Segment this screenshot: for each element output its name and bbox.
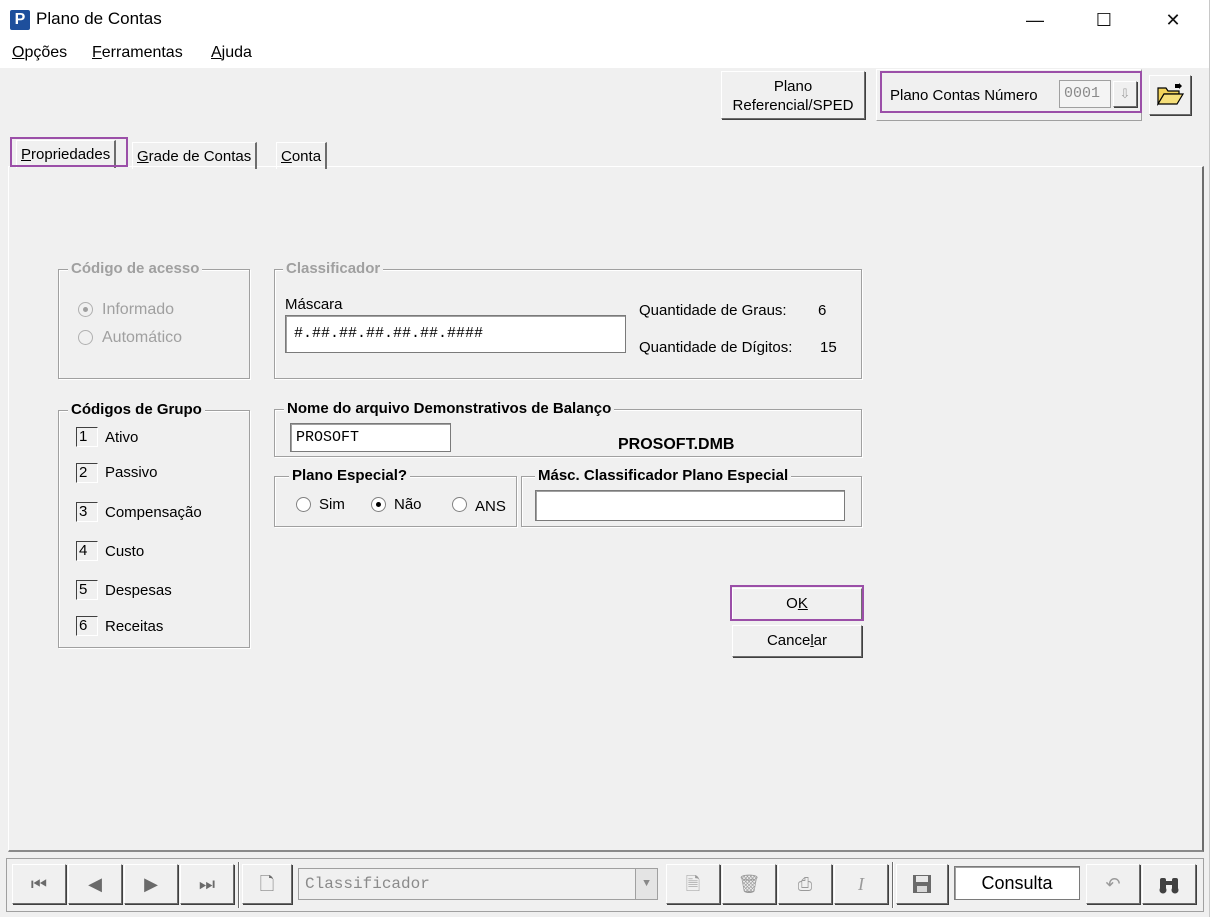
- codigo-acesso-group: [58, 269, 250, 379]
- open-folder-icon[interactable]: [1149, 75, 1191, 115]
- maximize-icon[interactable]: ☐: [1081, 0, 1127, 40]
- grupo-ativo-label: Ativo: [105, 429, 139, 446]
- first-record-icon[interactable]: ⏮: [12, 864, 66, 904]
- classificador-legend: Classificador: [283, 260, 384, 277]
- tab-propriedades-highlight: [10, 137, 128, 167]
- menu-opcoes[interactable]: Opções: [12, 44, 67, 62]
- last-record-icon[interactable]: ⏭: [180, 864, 234, 904]
- demonstrativos-input[interactable]: PROSOFT: [290, 423, 451, 452]
- toolbar-separator: [238, 862, 240, 908]
- app-icon: P: [10, 10, 30, 30]
- plano-especial-legend: Plano Especial?: [289, 467, 411, 484]
- demonstrativos-legend: Nome do arquivo Demonstrativos de Balanç…: [284, 400, 615, 417]
- grupo-receitas-label: Receitas: [105, 618, 164, 635]
- print-icon[interactable]: ⎙: [778, 864, 832, 904]
- grupo-passivo-code[interactable]: 2: [76, 463, 98, 483]
- save-icon[interactable]: [896, 864, 948, 904]
- graus-value: 6: [818, 302, 827, 319]
- edit-document-icon[interactable]: 🗎: [666, 864, 720, 904]
- tab-grade-de-contas[interactable]: Grade de Contas: [132, 142, 258, 169]
- nao-label: Não: [394, 496, 422, 513]
- graus-label: Quantidade de Graus:: [639, 302, 787, 319]
- plano-referencial-sped-button[interactable]: Plano Referencial/SPED: [721, 71, 865, 119]
- grupo-despesas-code[interactable]: 5: [76, 580, 98, 600]
- delete-icon[interactable]: 🗑: [722, 864, 776, 904]
- radio-automatico[interactable]: [78, 330, 93, 345]
- plano-numero-label: Plano Contas Número: [890, 87, 1038, 104]
- binoculars-icon[interactable]: [1142, 864, 1196, 904]
- ok-button-highlight: [730, 585, 864, 621]
- menu-ajuda[interactable]: Ajuda: [211, 44, 252, 62]
- italic-icon[interactable]: I: [834, 864, 888, 904]
- chevron-down-icon[interactable]: ▼: [635, 869, 657, 899]
- mascara-input[interactable]: #.##.##.##.##.##.####: [285, 315, 626, 353]
- informado-label: Informado: [102, 301, 175, 318]
- radio-nao[interactable]: [371, 497, 386, 512]
- tab-conta[interactable]: Conta: [276, 142, 328, 169]
- grupo-despesas-label: Despesas: [105, 582, 172, 599]
- grupo-custo-code[interactable]: 4: [76, 541, 98, 561]
- sim-label: Sim: [319, 496, 345, 513]
- codigos-grupo-legend: Códigos de Grupo: [68, 401, 205, 418]
- undo-icon[interactable]: ↶: [1086, 864, 1140, 904]
- previous-record-icon[interactable]: ◀: [68, 864, 122, 904]
- field-selector-combo[interactable]: Classificador ▼: [298, 868, 658, 900]
- codigo-acesso-legend: Código de acesso: [68, 260, 203, 277]
- minimize-icon[interactable]: —: [1012, 0, 1058, 40]
- radio-ans[interactable]: [452, 497, 467, 512]
- download-arrow-icon[interactable]: ⇩: [1113, 81, 1137, 107]
- digitos-value: 15: [820, 339, 837, 356]
- plano-numero-field[interactable]: 0001: [1059, 80, 1111, 108]
- grupo-compensacao-code[interactable]: 3: [76, 502, 98, 522]
- mode-status: Consulta: [954, 866, 1080, 900]
- window-title: Plano de Contas: [36, 9, 162, 28]
- masc-especial-legend: Másc. Classificador Plano Especial: [535, 467, 792, 484]
- grupo-compensacao-label: Compensação: [105, 504, 202, 521]
- grupo-passivo-label: Passivo: [105, 464, 158, 481]
- digitos-label: Quantidade de Dígitos:: [639, 339, 793, 356]
- masc-especial-input[interactable]: [535, 490, 845, 521]
- mascara-label: Máscara: [285, 296, 343, 313]
- grupo-custo-label: Custo: [105, 543, 145, 560]
- demonstrativos-file: PROSOFT.DMB: [618, 436, 735, 453]
- radio-sim[interactable]: [296, 497, 311, 512]
- cancel-button[interactable]: Cancelar: [732, 625, 862, 657]
- automatico-label: Automático: [102, 329, 183, 346]
- radio-informado[interactable]: [78, 302, 93, 317]
- menu-ferramentas[interactable]: Ferramentas: [92, 44, 183, 62]
- new-document-icon[interactable]: 🗋: [242, 864, 292, 904]
- grupo-receitas-code[interactable]: 6: [76, 616, 98, 636]
- grupo-ativo-code[interactable]: 1: [76, 427, 98, 447]
- toolbar-separator: [892, 862, 894, 908]
- close-icon[interactable]: ✕: [1150, 0, 1196, 40]
- ans-label: ANS: [475, 498, 506, 515]
- next-record-icon[interactable]: ▶: [124, 864, 178, 904]
